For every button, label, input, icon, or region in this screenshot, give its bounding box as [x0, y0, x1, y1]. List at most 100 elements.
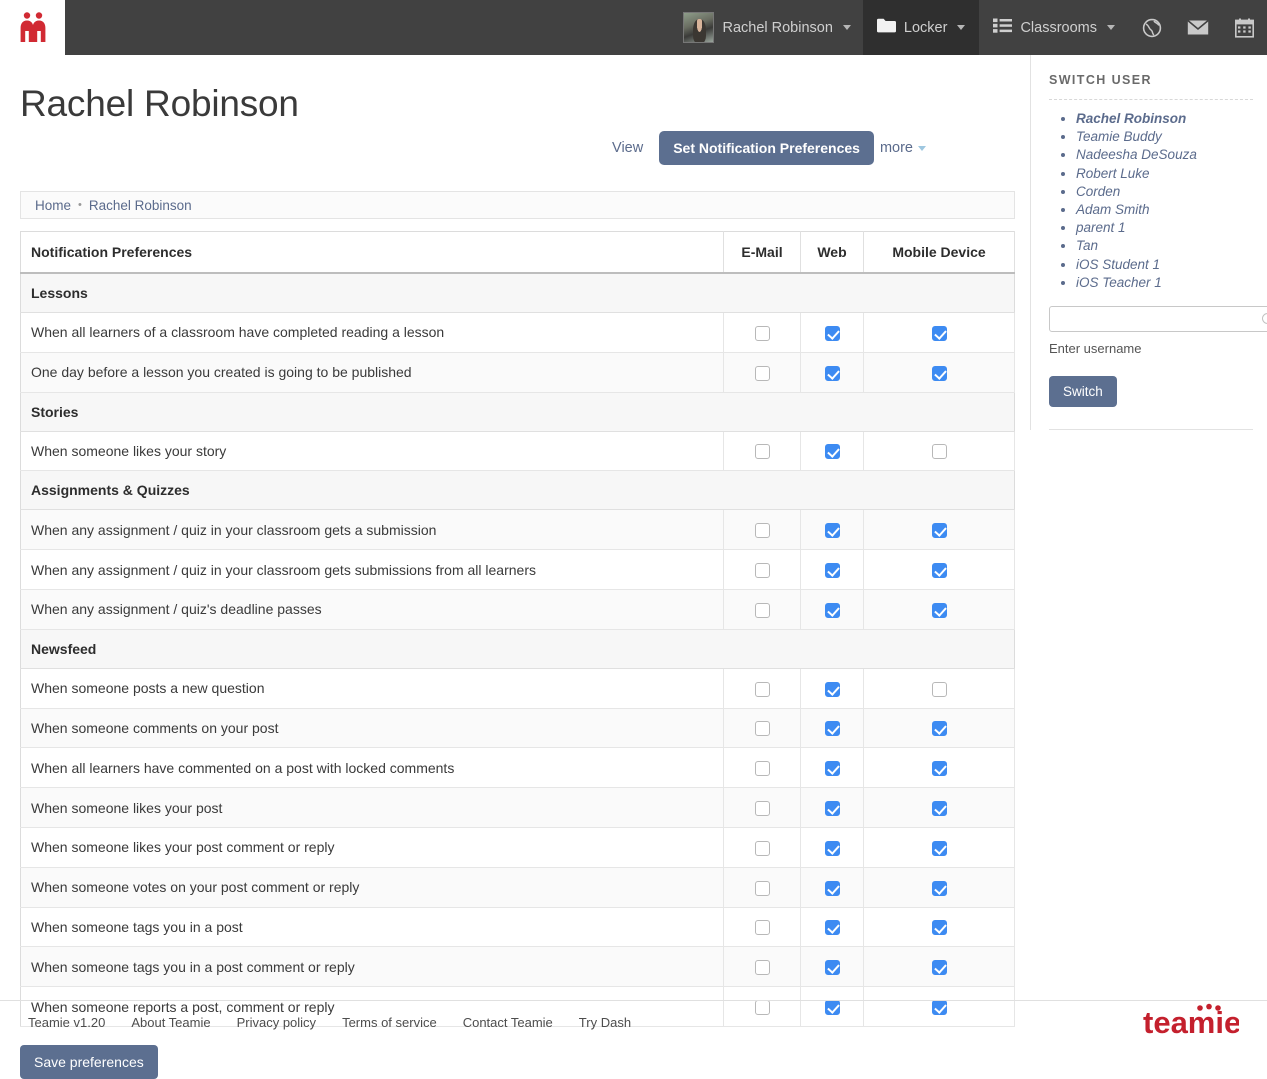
checkbox-web[interactable]: [824, 325, 840, 341]
switch-user-item[interactable]: iOS Student 1: [1076, 256, 1253, 274]
save-preferences-button[interactable]: Save preferences: [20, 1044, 158, 1079]
checkbox-web-cell: [800, 352, 864, 393]
more-menu[interactable]: more: [880, 134, 926, 162]
checkbox-mobile[interactable]: [931, 761, 947, 777]
table-row: When someone comments on your post: [20, 708, 1015, 749]
checkbox-web[interactable]: [824, 523, 840, 539]
checkbox-email[interactable]: [754, 800, 770, 816]
switch-user-item[interactable]: Adam Smith: [1076, 201, 1253, 219]
checkbox-web[interactable]: [824, 365, 840, 381]
preference-label: When someone posts a new question: [20, 668, 724, 709]
calendar-icon[interactable]: [1221, 0, 1267, 55]
checkbox-mobile[interactable]: [931, 960, 947, 976]
switch-user-item[interactable]: parent 1: [1076, 219, 1253, 237]
preference-label: When all learners of a classroom have co…: [20, 312, 724, 353]
checkbox-email[interactable]: [754, 721, 770, 737]
switch-user-item[interactable]: Teamie Buddy: [1076, 128, 1253, 146]
footer-link[interactable]: Terms of service: [342, 1015, 437, 1030]
footer-link[interactable]: About Teamie: [131, 1015, 210, 1030]
checkbox-mobile[interactable]: [931, 721, 947, 737]
tab-view[interactable]: View: [602, 134, 653, 162]
preference-label: When any assignment / quiz in your class…: [20, 509, 724, 551]
checkbox-mobile[interactable]: [931, 800, 947, 816]
checkbox-email[interactable]: [754, 920, 770, 936]
checkbox-email[interactable]: [754, 681, 770, 697]
checkbox-mobile[interactable]: [931, 920, 947, 936]
checkbox-mobile-cell: [863, 827, 1015, 868]
switch-user-title: SWITCH USER: [1049, 73, 1152, 87]
checkbox-mobile[interactable]: [931, 444, 947, 460]
divider: [1049, 429, 1253, 431]
envelope-icon[interactable]: [1175, 0, 1221, 55]
checkbox-email[interactable]: [754, 880, 770, 896]
checkbox-mobile[interactable]: [931, 880, 947, 896]
checkbox-mobile-cell: [863, 668, 1015, 709]
navbar-item-locker[interactable]: Locker: [862, 0, 980, 55]
footer-link[interactable]: Contact Teamie: [463, 1015, 553, 1030]
checkbox-web[interactable]: [824, 444, 840, 460]
footer-link[interactable]: Try Dash: [579, 1015, 631, 1030]
checkbox-email[interactable]: [754, 960, 770, 976]
checkbox-web[interactable]: [824, 761, 840, 777]
avatar: [683, 12, 715, 43]
checkbox-web[interactable]: [824, 880, 840, 896]
table-body: Lessons When all learners of a classroom …: [20, 273, 1015, 1027]
checkbox-mobile[interactable]: [931, 681, 947, 697]
page-title: Rachel Robinson: [20, 83, 299, 124]
switch-user-item[interactable]: Corden: [1076, 183, 1253, 201]
footer-link[interactable]: Privacy policy: [237, 1015, 316, 1030]
navbar-user-menu[interactable]: Rachel Robinson: [673, 0, 862, 55]
checkbox-mobile[interactable]: [931, 523, 947, 539]
switch-user-item[interactable]: iOS Teacher 1: [1076, 274, 1253, 292]
table-group-label: Stories: [20, 392, 1015, 432]
globe-icon[interactable]: [1129, 0, 1175, 55]
checkbox-mobile-cell: [863, 509, 1015, 551]
preference-label: When someone likes your post: [20, 787, 724, 828]
switch-user-item[interactable]: Nadeesha DeSouza: [1076, 146, 1253, 164]
switch-button[interactable]: Switch: [1049, 376, 1117, 408]
checkbox-email[interactable]: [754, 523, 770, 539]
checkbox-web[interactable]: [824, 800, 840, 816]
preference-label: When someone tags you in a post comment …: [20, 946, 724, 988]
chevron-down-icon: [957, 25, 966, 30]
checkbox-email[interactable]: [754, 562, 770, 578]
navbar-user-name: Rachel Robinson: [722, 19, 833, 36]
checkbox-email[interactable]: [754, 365, 770, 381]
checkbox-mobile[interactable]: [931, 325, 947, 341]
switch-user-item[interactable]: Robert Luke: [1076, 165, 1253, 183]
checkbox-mobile[interactable]: [931, 602, 947, 618]
checkbox-web[interactable]: [824, 840, 840, 856]
checkbox-email[interactable]: [754, 840, 770, 856]
username-input[interactable]: [1049, 306, 1267, 333]
checkbox-email[interactable]: [754, 444, 770, 460]
footer-link[interactable]: Teamie v1.20: [28, 1015, 105, 1030]
checkbox-web-cell: [800, 907, 864, 948]
breadcrumb-home[interactable]: Home: [35, 198, 71, 213]
navbar-item-classrooms[interactable]: Classrooms: [979, 0, 1129, 55]
checkbox-web[interactable]: [824, 602, 840, 618]
table-row: When someone tags you in a post comment …: [20, 946, 1015, 988]
checkbox-email[interactable]: [754, 325, 770, 341]
tab-set-notification-preferences[interactable]: Set Notification Preferences: [659, 131, 874, 165]
switch-user-item[interactable]: Tan: [1076, 237, 1253, 255]
teamie-people-logo[interactable]: [0, 0, 65, 55]
checkbox-email-cell: [723, 827, 801, 868]
loading-spinner-icon: [1262, 313, 1267, 325]
checkbox-email[interactable]: [754, 602, 770, 618]
checkbox-email[interactable]: [754, 761, 770, 777]
checkbox-mobile-cell: [863, 431, 1015, 472]
switch-user-item[interactable]: Rachel Robinson: [1076, 110, 1253, 128]
checkbox-web[interactable]: [824, 960, 840, 976]
checkbox-web[interactable]: [824, 562, 840, 578]
checkbox-web[interactable]: [824, 721, 840, 737]
checkbox-email-cell: [723, 549, 801, 590]
checkbox-mobile[interactable]: [931, 562, 947, 578]
checkbox-web[interactable]: [824, 920, 840, 936]
divider: [1049, 99, 1253, 100]
checkbox-mobile[interactable]: [931, 840, 947, 856]
checkbox-mobile[interactable]: [931, 365, 947, 381]
footer-links: Teamie v1.20 About Teamie Privacy policy Te…: [28, 1015, 631, 1030]
checkbox-web[interactable]: [824, 681, 840, 697]
table-row: When someone posts a new question: [20, 668, 1015, 709]
table-row: When all learners of a classroom have co…: [20, 312, 1015, 353]
